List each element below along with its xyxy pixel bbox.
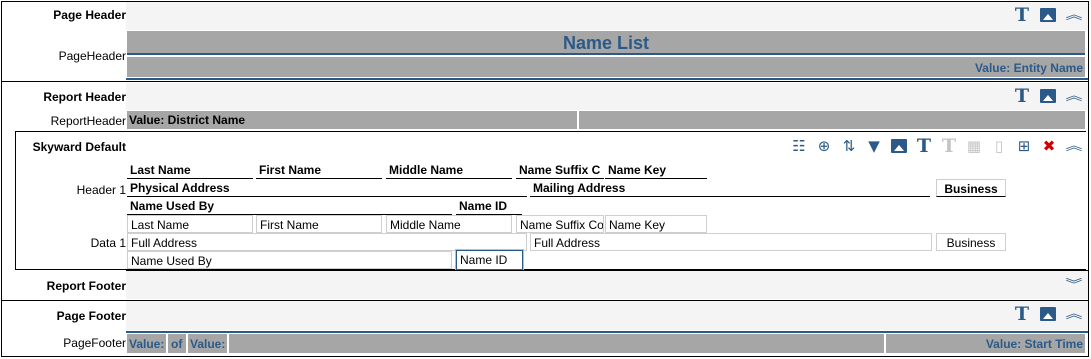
header1-label-wrap: Header 1 xyxy=(2,183,126,199)
page-header-label: Page Header xyxy=(53,8,126,22)
add-group-icon[interactable]: ⊕ xyxy=(815,137,833,155)
text-disabled-icon: T xyxy=(941,134,957,157)
page-number-field[interactable]: Value: xyxy=(127,334,166,353)
columns-icon[interactable]: ☷ xyxy=(790,137,808,155)
header-field[interactable]: Last Name xyxy=(127,161,253,179)
report-footer-toolbar: ︾ xyxy=(1065,276,1083,294)
data-field-selected[interactable]: Name ID xyxy=(456,250,523,270)
data-field[interactable]: Name Used By xyxy=(127,251,452,269)
delete-icon[interactable]: ✖ xyxy=(1040,137,1058,155)
data-field[interactable]: Name Suffix Co xyxy=(516,215,604,233)
expand-icon[interactable]: ︾ xyxy=(1062,276,1085,294)
sort-icon[interactable]: ⇅ xyxy=(840,137,858,155)
data-field[interactable]: Full Address xyxy=(530,233,932,251)
report-header-label: Report Header xyxy=(43,90,126,104)
text-icon[interactable]: T xyxy=(1013,86,1031,105)
collapse-icon[interactable]: ︽ xyxy=(1062,137,1085,155)
page-count-value: Value: xyxy=(190,337,226,351)
header-field[interactable]: Physical Address xyxy=(127,179,527,197)
page-header-sub-label-wrap: PageHeader xyxy=(2,49,126,65)
divider xyxy=(126,331,1088,333)
report-title[interactable]: Name List xyxy=(127,31,1085,55)
page-footer-sub-label: PageFooter xyxy=(63,336,126,350)
header-field[interactable]: Business xyxy=(936,179,1006,197)
page-footer-toolbar: T ︽ xyxy=(1013,304,1085,323)
page-header-band[interactable] xyxy=(126,2,1088,30)
entity-name-value[interactable]: Value: Entity Name xyxy=(975,61,1083,75)
data1-label-wrap: Data 1 xyxy=(2,236,126,252)
report-header-sub-label: ReportHeader xyxy=(50,114,126,128)
data-field[interactable]: Middle Name xyxy=(386,215,512,233)
start-time-field[interactable]: Value: Start Time xyxy=(886,334,1085,353)
page-footer-label-wrap: Page Footer xyxy=(2,309,126,325)
divider xyxy=(2,81,1088,82)
text-icon[interactable]: T xyxy=(1013,304,1031,323)
page-count-field[interactable]: Value: xyxy=(188,334,227,353)
header1-label: Header 1 xyxy=(76,183,126,197)
page-footer-empty-field[interactable] xyxy=(229,334,884,353)
page-header-section-label-wrap: Page Header xyxy=(2,8,126,26)
report-header-empty-field[interactable] xyxy=(579,111,1085,129)
report-header-toolbar: T ︽ xyxy=(1013,86,1085,105)
group-toolbar: ☷ ⊕ ⇅ ▼ T T ▦ ▯ ⊞ ✖ ︽ xyxy=(790,134,1085,157)
data-field[interactable]: Full Address xyxy=(127,233,527,251)
data1-label: Data 1 xyxy=(90,236,126,250)
data-field[interactable]: Last Name xyxy=(127,215,253,233)
divider xyxy=(126,78,1088,80)
collapse-icon[interactable]: ︽ xyxy=(1062,6,1085,24)
data-field[interactable]: Name Key xyxy=(605,215,707,233)
data-field[interactable]: First Name xyxy=(256,215,382,233)
page-footer-label: Page Footer xyxy=(56,309,126,323)
report-footer-label-wrap: Report Footer xyxy=(2,279,126,295)
header-field[interactable]: Name Used By xyxy=(127,197,452,215)
image-icon[interactable] xyxy=(1039,6,1057,24)
header-field[interactable]: Name Suffix C xyxy=(516,161,604,179)
page-header-value-bar: Value: Entity Name xyxy=(127,57,1085,77)
filter-icon[interactable]: ▼ xyxy=(865,137,883,155)
header-field[interactable]: Name Key xyxy=(605,161,707,179)
add-page-icon[interactable]: ⊞ xyxy=(1015,137,1033,155)
collapse-icon[interactable]: ︽ xyxy=(1062,305,1085,323)
header-field[interactable]: Name ID xyxy=(456,197,522,215)
report-footer-band[interactable] xyxy=(126,271,1088,299)
text-icon[interactable]: T xyxy=(1013,5,1031,24)
page-number-value: Value: xyxy=(129,337,165,351)
data-field[interactable]: Business xyxy=(936,233,1006,251)
of-field[interactable]: of xyxy=(168,334,186,353)
of-text: of xyxy=(171,337,183,351)
report-header-label-wrap: Report Header xyxy=(2,90,126,106)
image-icon[interactable] xyxy=(1039,87,1057,105)
image-icon[interactable] xyxy=(890,137,908,155)
report-header-sub-label-wrap: ReportHeader xyxy=(2,114,126,130)
report-header-band[interactable] xyxy=(126,83,1088,110)
report-footer-label: Report Footer xyxy=(46,279,126,293)
page-header-sub-label: PageHeader xyxy=(58,49,126,63)
header-field[interactable]: Middle Name xyxy=(386,161,512,179)
page-footer-band[interactable] xyxy=(126,301,1088,330)
district-name-field[interactable]: Value: District Name xyxy=(127,111,577,129)
image-icon[interactable] xyxy=(1039,305,1057,323)
start-time-value: Value: Start Time xyxy=(985,337,1083,351)
header-field[interactable]: First Name xyxy=(256,161,382,179)
text-icon[interactable]: T xyxy=(915,136,933,155)
group-label: Skyward Default xyxy=(32,140,126,154)
header-field[interactable]: Mailing Address xyxy=(530,179,930,197)
collapse-icon[interactable]: ︽ xyxy=(1062,87,1085,105)
district-name-value: Value: District Name xyxy=(129,113,246,127)
page-header-toolbar: T ︽ xyxy=(1013,5,1085,24)
group-label-wrap: Skyward Default xyxy=(2,140,126,156)
page-icon: ▯ xyxy=(994,136,1004,155)
page-footer-sub-label-wrap: PageFooter xyxy=(2,336,126,352)
calculator-icon: ▦ xyxy=(966,136,982,155)
